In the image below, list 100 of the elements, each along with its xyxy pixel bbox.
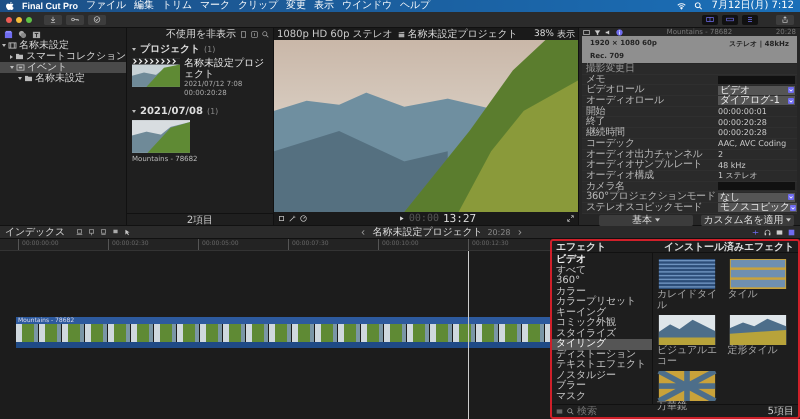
chevron-icon[interactable] (788, 87, 794, 94)
download-icon[interactable] (49, 16, 57, 23)
photos-icon[interactable] (18, 30, 27, 38)
effect-category[interactable]: カラープリセット (552, 297, 652, 308)
caret-icon[interactable] (786, 218, 792, 222)
sidebar-item[interactable]: スマートコレクション (0, 51, 126, 62)
menu-item[interactable]: 編集 (134, 0, 154, 12)
list-icon[interactable] (746, 16, 754, 23)
apple-logo-icon[interactable] (6, 1, 14, 11)
clip-filter-menu[interactable]: 不使用を非表示 (166, 27, 236, 41)
libraries-icon[interactable] (4, 30, 13, 38)
tiles-effect-thumbnail-drawing[interactable] (728, 259, 788, 289)
disclosure-triangle-icon[interactable] (18, 77, 22, 80)
effect-category[interactable]: テキストエフェクト (552, 360, 652, 370)
chevron-icon[interactable] (788, 194, 794, 200)
zoom-menu[interactable]: 38% (534, 29, 554, 39)
share-icon[interactable] (781, 16, 789, 23)
menu-item[interactable]: トリム (162, 0, 192, 12)
keywords-button[interactable] (66, 14, 84, 24)
effect-category[interactable]: ディストーション (552, 350, 652, 360)
disclosure-triangle-icon[interactable] (2, 44, 6, 47)
metadata-view-button[interactable]: 基本 (599, 214, 692, 226)
text-field[interactable] (718, 76, 795, 84)
split-effect-thumbnail-drawing[interactable] (728, 315, 788, 345)
connect-icon[interactable] (88, 228, 95, 236)
sidebar-item[interactable]: 名称未設定 (0, 40, 126, 51)
zoom-window-button[interactable] (26, 16, 32, 22)
crop-icon[interactable] (278, 215, 285, 222)
text-field[interactable] (718, 182, 795, 190)
two-panel-icon[interactable] (706, 16, 714, 23)
import-button[interactable] (44, 14, 62, 24)
effects-source-menu[interactable]: インストール済みエフェクト (664, 240, 794, 254)
search-icon[interactable] (567, 408, 574, 414)
video-inspector-icon[interactable] (583, 28, 590, 36)
effect-category[interactable]: キーイング (552, 308, 652, 318)
close-window-button[interactable] (6, 16, 12, 22)
disclosure-triangle-icon[interactable] (132, 110, 136, 112)
effect-category[interactable]: タイリング (552, 339, 652, 350)
disclosure-triangle-icon[interactable] (10, 66, 14, 69)
view-menu[interactable]: 表示 (557, 28, 575, 40)
skimming-icon[interactable] (752, 228, 759, 236)
stripes-effect-thumbnail-drawing[interactable] (657, 259, 717, 289)
effect-category[interactable]: ビデオ (552, 255, 652, 266)
popup-menu[interactable]: ダイアログ-1 (718, 96, 795, 106)
pointer-icon[interactable] (124, 228, 131, 236)
effect-category[interactable]: ノスタルジー (552, 370, 652, 381)
wifi-icon[interactable] (677, 2, 686, 10)
disclosure-triangle-icon[interactable] (10, 54, 13, 58)
insert-icon[interactable] (100, 228, 107, 236)
menu-item[interactable]: 表示 (314, 0, 334, 12)
effect-category[interactable]: 360° (552, 276, 652, 286)
menu-item[interactable]: マーク (200, 0, 230, 12)
landscape-effect-thumbnail-drawing[interactable] (657, 315, 717, 345)
app-menu[interactable]: Final Cut Pro (22, 0, 78, 12)
search-icon[interactable] (694, 2, 704, 10)
chevron-icon[interactable] (790, 204, 796, 211)
menu-item[interactable]: ファイル (86, 0, 126, 12)
project-thumbnail-drawing[interactable] (132, 58, 180, 87)
search-icon[interactable] (262, 30, 269, 38)
clip-thumbnail-drawing[interactable] (132, 120, 190, 153)
titles-icon[interactable] (32, 30, 41, 38)
effect-category[interactable]: コミック外観 (552, 318, 652, 328)
effect-category[interactable]: ブラー (552, 381, 652, 392)
popup-menu[interactable]: なし (718, 192, 795, 202)
effect-category[interactable]: スタイライズ (552, 328, 652, 339)
project-name[interactable]: 名称未設定プロジェクト (184, 58, 268, 80)
menu-clock[interactable]: 7月12日(月) 7:12 (711, 0, 794, 12)
search-field[interactable]: 検索 (577, 406, 617, 416)
index-button[interactable]: インデックス (5, 225, 65, 239)
analysis-button[interactable] (88, 14, 106, 24)
chevron-icon[interactable] (788, 98, 794, 104)
kaleido-effect-thumbnail-drawing[interactable] (657, 371, 717, 401)
menu-item[interactable]: ウインドウ (342, 0, 392, 12)
popup-menu[interactable]: モノスコピック (718, 203, 797, 212)
caret-icon[interactable] (654, 218, 660, 222)
fullscreen-icon[interactable] (567, 215, 574, 222)
back-icon[interactable] (360, 228, 368, 236)
metadata-view-button[interactable]: カスタム名を適用 (700, 214, 794, 226)
timeline-layout-button[interactable] (722, 14, 738, 24)
checkmark-icon[interactable] (93, 16, 101, 23)
play-button[interactable] (398, 215, 405, 222)
headphones-icon[interactable] (764, 228, 771, 236)
inspector-layout-button[interactable] (742, 14, 758, 24)
browser-layout-button[interactable] (702, 14, 718, 24)
speedometer-icon[interactable] (300, 215, 307, 222)
share-button[interactable] (776, 14, 794, 24)
effect-category[interactable]: マスク (552, 392, 652, 402)
timeline-project-title[interactable]: 名称未設定プロジェクト (372, 225, 482, 239)
info-icon[interactable] (616, 28, 623, 36)
sidebar-item[interactable]: 名称未設定 (0, 73, 126, 84)
wand-icon[interactable] (289, 215, 296, 222)
minimize-window-button[interactable] (16, 16, 22, 22)
popup-menu[interactable]: ビデオ (718, 86, 795, 95)
key-icon[interactable] (71, 16, 79, 23)
effect-category[interactable]: カラー (552, 286, 652, 297)
forward-icon[interactable] (516, 228, 523, 236)
rectangle-icon[interactable] (726, 16, 734, 23)
clip-appearance-icon[interactable] (76, 228, 83, 236)
sidebar-item[interactable]: イベント (0, 62, 126, 73)
disclosure-triangle-icon[interactable] (132, 48, 136, 50)
